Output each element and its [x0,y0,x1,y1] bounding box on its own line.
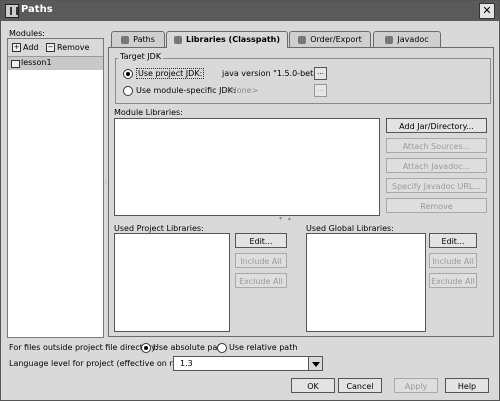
tab-javadoc[interactable]: Javadoc [373,31,441,47]
module-item-lesson1[interactable]: lesson1 [8,57,103,70]
outside-files-label: For files outside project file directory… [9,343,158,352]
module-jdk-value: <None> [224,86,259,95]
used-global-libraries-list[interactable] [306,233,426,332]
global-edit-button[interactable]: Edit... [429,233,477,248]
relative-path-radio[interactable] [217,343,227,353]
remove-library-button[interactable]: Remove [386,198,487,213]
relative-path-label[interactable]: Use relative path [229,343,297,352]
apply-button[interactable]: Apply [394,378,438,393]
help-button[interactable]: Help [445,378,489,393]
minus-icon: − [46,43,55,52]
specify-javadoc-url-button[interactable]: Specify Javadoc URL... [386,178,487,193]
module-libraries-label: Module Libraries: [114,108,183,117]
used-project-libraries-label: Used Project Libraries: [114,224,204,233]
language-level-select[interactable]: 1.3 [173,356,323,371]
global-include-all-button[interactable]: Include All [429,253,477,268]
libraries-icon [173,35,182,44]
paths-dialog: Paths ✕ Modules: + Add − Remove lesson1 ⋮ … [0,0,500,401]
project-jdk-value: java version "1.5.0-beta3" [222,69,327,78]
modules-toolbar: + Add − Remove [8,39,103,57]
cancel-button[interactable]: Cancel [338,378,382,393]
project-edit-button[interactable]: Edit... [235,233,287,248]
use-module-jdk-radio[interactable] [123,86,133,96]
remove-module-label: Remove [57,43,90,52]
module-jdk-browse-button[interactable]: ... [314,84,327,97]
use-module-jdk-label[interactable]: Use module-specific JDK: [136,86,236,95]
ok-button[interactable]: OK [291,378,335,393]
title-bar: Paths ✕ [1,1,499,21]
project-jdk-browse-button[interactable]: ... [314,67,327,80]
chevron-down-icon [308,357,322,370]
libraries-tab-panel: Target JDK Use project JDK: java version… [108,47,494,337]
add-module-label: Add [23,43,39,52]
tab-order-export[interactable]: Order/Export [289,31,371,47]
splitter-grip[interactable]: ⋮ [103,179,109,189]
module-item-label: lesson1 [21,58,52,67]
javadoc-icon [385,35,394,44]
paths-icon [121,35,130,44]
absolute-path-label[interactable]: Use absolute path [153,343,226,352]
order-icon [298,35,307,44]
module-libraries-list[interactable] [114,118,380,216]
modules-label: Modules: [9,29,45,38]
project-include-all-button[interactable]: Include All [235,253,287,268]
modules-panel: + Add − Remove lesson1 [7,38,104,338]
module-icon [11,60,20,68]
use-project-jdk-label[interactable]: Use project JDK: [136,68,205,79]
plus-icon: + [12,43,21,52]
tab-order-export-label: Order/Export [310,35,362,44]
add-jar-directory-button[interactable]: Add Jar/Directory... [386,118,487,133]
tab-javadoc-label: Javadoc [397,35,429,44]
target-jdk-title: Target JDK [118,52,164,61]
attach-javadoc-button[interactable]: Attach Javadoc... [386,158,487,173]
use-project-jdk-radio[interactable] [123,69,133,79]
app-icon [5,4,19,18]
global-exclude-all-button[interactable]: Exclude All [429,273,477,288]
attach-sources-button[interactable]: Attach Sources... [386,138,487,153]
horizontal-splitter[interactable]: ▾ ▴ [279,215,293,222]
window-title: Paths [21,4,53,15]
tab-paths-label: Paths [133,35,155,44]
add-module-button[interactable]: + Add [12,42,39,53]
project-exclude-all-button[interactable]: Exclude All [235,273,287,288]
target-jdk-group [115,58,491,104]
tab-libraries[interactable]: Libraries (Classpath) [166,31,288,48]
remove-module-button[interactable]: − Remove [46,42,89,53]
close-button[interactable]: ✕ [479,3,495,19]
language-level-value: 1.3 [180,359,193,368]
used-project-libraries-list[interactable] [114,233,230,332]
tab-libraries-label: Libraries (Classpath) [185,35,281,44]
tab-paths[interactable]: Paths [111,31,165,47]
used-global-libraries-label: Used Global Libraries: [306,224,394,233]
absolute-path-radio[interactable] [141,343,151,353]
